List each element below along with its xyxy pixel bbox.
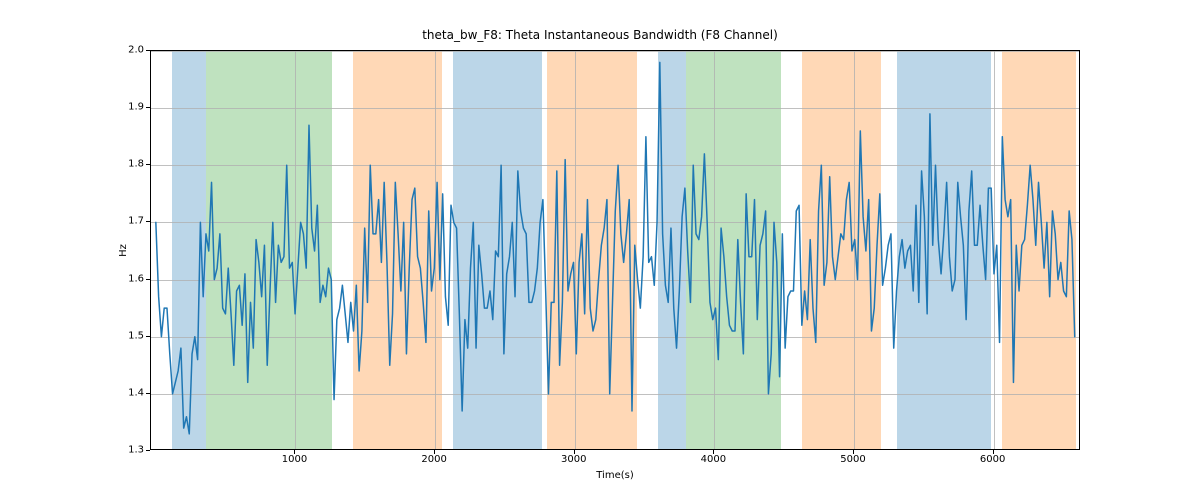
y-tick-mark	[146, 450, 150, 451]
y-tick-label: 1.4	[104, 387, 144, 398]
y-tick-label: 1.9	[104, 102, 144, 113]
y-tick-mark	[146, 107, 150, 108]
x-tick-label: 3000	[561, 454, 586, 465]
x-tick-label: 4000	[701, 454, 726, 465]
y-tick-mark	[146, 50, 150, 51]
y-tick-label: 2.0	[104, 45, 144, 56]
x-tick-label: 1000	[282, 454, 307, 465]
y-tick-mark	[146, 164, 150, 165]
y-tick-label: 1.7	[104, 216, 144, 227]
line-layer	[151, 51, 1080, 450]
x-tick-label: 6000	[980, 454, 1005, 465]
x-tick-label: 2000	[421, 454, 446, 465]
figure: theta_bw_F8: Theta Instantaneous Bandwid…	[0, 0, 1200, 500]
chart-title: theta_bw_F8: Theta Instantaneous Bandwid…	[0, 28, 1200, 42]
y-tick-label: 1.3	[104, 445, 144, 456]
y-tick-label: 1.5	[104, 330, 144, 341]
y-tick-label: 1.8	[104, 159, 144, 170]
x-tick-label: 5000	[840, 454, 865, 465]
plot-axes	[150, 50, 1080, 450]
y-tick-mark	[146, 393, 150, 394]
y-tick-mark	[146, 336, 150, 337]
y-tick-label: 1.6	[104, 273, 144, 284]
y-tick-mark	[146, 279, 150, 280]
series-line	[156, 62, 1075, 433]
plot-area	[151, 51, 1079, 449]
y-tick-mark	[146, 221, 150, 222]
x-axis-label: Time(s)	[150, 470, 1080, 481]
